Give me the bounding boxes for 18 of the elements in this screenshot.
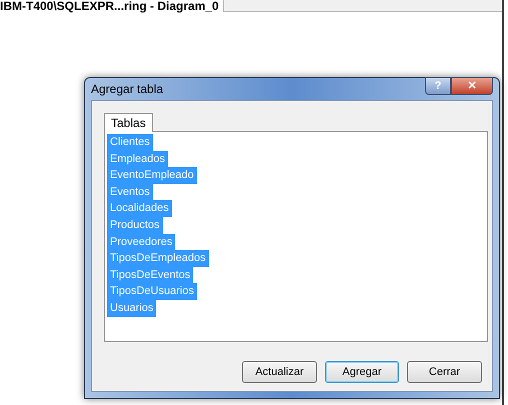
dialog-title: Agregar tabla — [91, 81, 164, 98]
table-list-item[interactable]: Usuarios — [107, 300, 156, 317]
table-list-item[interactable]: Empleados — [107, 150, 168, 168]
dialog-button[interactable]: Actualizar — [242, 361, 317, 383]
help-button[interactable]: ? — [425, 77, 451, 95]
table-list-item[interactable]: Localidades — [107, 200, 172, 217]
table-list-item[interactable]: Productos — [107, 216, 163, 234]
dialog-button[interactable]: Cerrar — [407, 361, 482, 383]
table-list-item[interactable]: TiposDeEmpleados — [107, 250, 209, 267]
table-list-item[interactable]: TiposDeUsuarios — [107, 283, 197, 300]
table-list-item[interactable]: Clientes — [107, 134, 153, 151]
table-list-item[interactable]: Eventos — [107, 184, 153, 200]
table-list-item[interactable]: Proveedores — [107, 234, 176, 250]
table-list-item[interactable]: EventoEmpleado — [107, 167, 197, 184]
table-list-item[interactable]: TiposDeEventos — [107, 266, 194, 284]
tab[interactable]: Tablas — [104, 113, 153, 132]
close-button[interactable]: ✕ — [451, 77, 493, 95]
dialog-button[interactable]: Agregar — [325, 361, 399, 383]
